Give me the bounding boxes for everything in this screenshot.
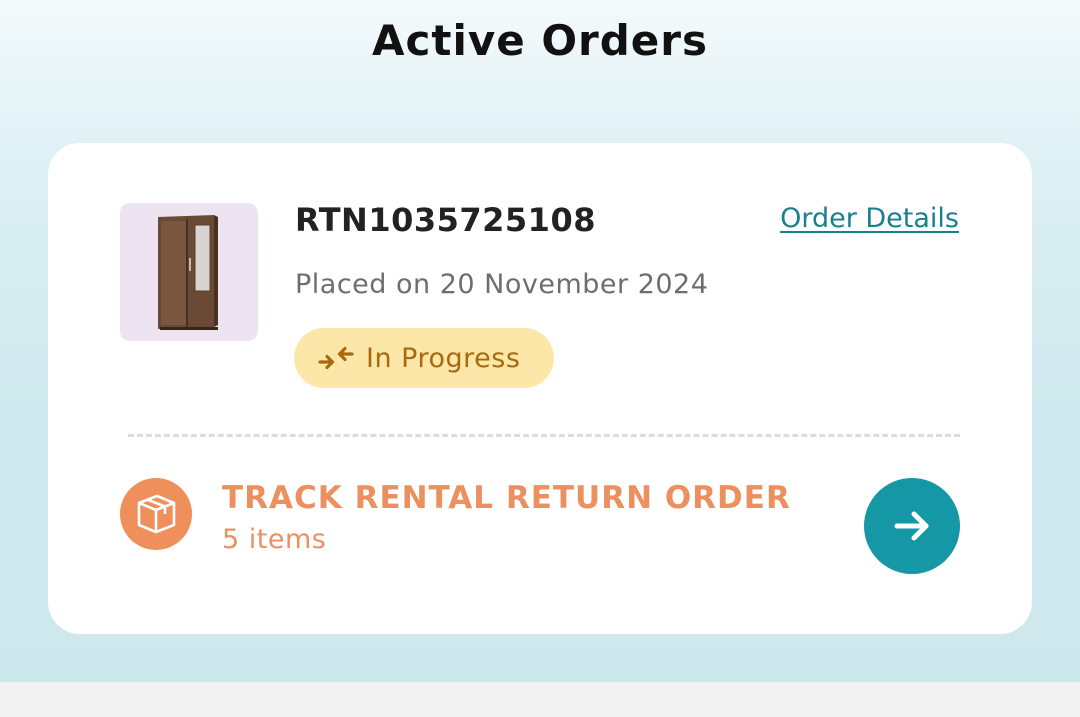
arrow-right-icon xyxy=(894,511,929,541)
track-item-count: 5 items xyxy=(222,524,327,555)
wardrobe-image xyxy=(158,215,218,330)
arrows-converge-icon xyxy=(318,346,354,370)
status-badge: In Progress xyxy=(294,328,554,388)
divider xyxy=(128,434,960,437)
bottom-strip xyxy=(0,682,1080,717)
track-return-title[interactable]: TRACK RENTAL RETURN ORDER xyxy=(222,480,791,516)
order-details-link[interactable]: Order Details xyxy=(780,203,959,234)
order-id: RTN1035725108 xyxy=(295,201,596,239)
product-thumbnail[interactable] xyxy=(120,203,258,341)
order-card: RTN1035725108 Order Details Placed on 20… xyxy=(48,143,1032,634)
package-box-icon xyxy=(120,478,192,550)
track-order-arrow-button[interactable] xyxy=(864,478,960,574)
page-title: Active Orders xyxy=(371,16,709,65)
status-label: In Progress xyxy=(366,342,521,374)
order-placed-date: Placed on 20 November 2024 xyxy=(295,269,709,300)
